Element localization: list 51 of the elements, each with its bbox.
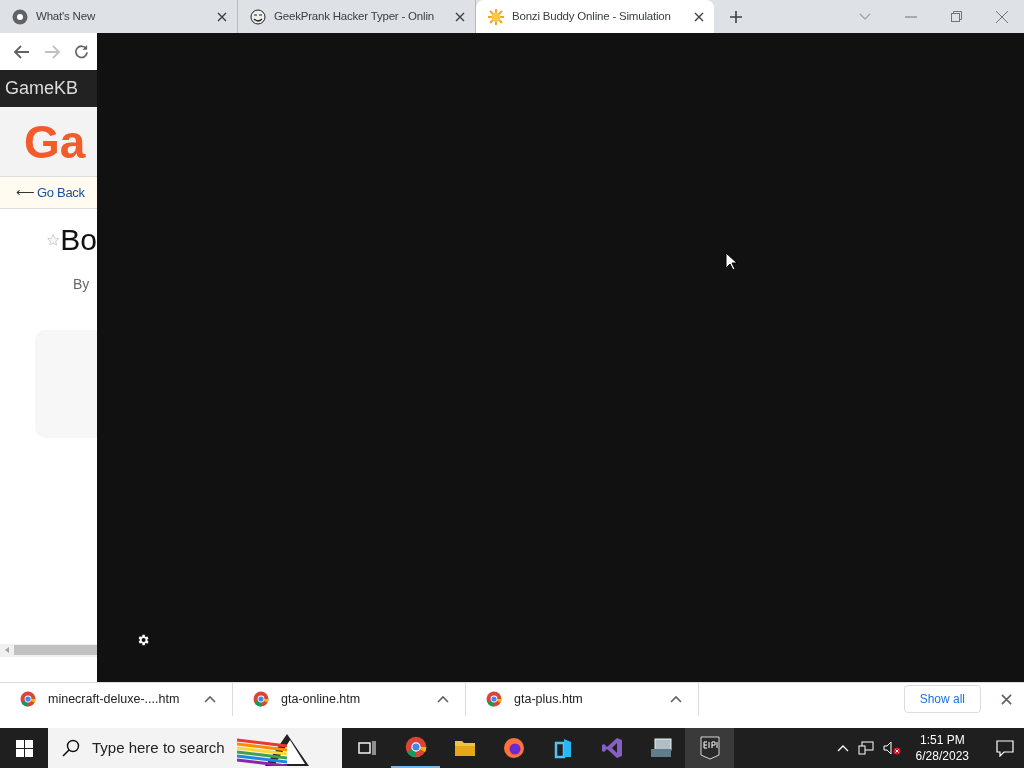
close-icon[interactable] — [1001, 694, 1012, 705]
author-byline: By — [73, 275, 91, 294]
windows-start-icon[interactable] — [15, 739, 33, 757]
arrow-text: ⟵ — [16, 183, 35, 202]
download-filename: gta-online.htm — [281, 691, 362, 709]
settings-icon[interactable] — [136, 632, 150, 647]
notification-icon[interactable] — [996, 739, 1014, 757]
search-placeholder: Type here to search — [92, 737, 225, 758]
site-name[interactable]: GameKB — [5, 75, 79, 102]
clock-time[interactable]: 1:51 PM — [919, 732, 965, 748]
face-icon — [250, 8, 266, 25]
chrome-logo-icon — [404, 736, 427, 758]
taskbar-app-button[interactable] — [685, 728, 734, 768]
epic-games-icon — [699, 736, 720, 760]
volume-muted-icon[interactable] — [882, 741, 901, 755]
mouse-pointer-icon — [725, 252, 737, 271]
visual-studio-icon — [600, 737, 623, 759]
reload-icon[interactable] — [74, 44, 89, 59]
chrome-logo-icon — [486, 691, 502, 708]
task-view-icon — [357, 740, 376, 756]
go-back-link[interactable]: Go Back — [37, 182, 85, 203]
tab-title: Bonzi Buddy Online - Simulation — [512, 8, 672, 24]
sun-icon — [488, 8, 504, 25]
search-icon — [62, 739, 80, 757]
download-filename: gta-plus.htm — [514, 691, 584, 709]
back-icon[interactable] — [14, 44, 30, 59]
close-tab-icon[interactable] — [217, 11, 227, 22]
tab-title: GeekPrank Hacker Typer - Onlin — [274, 8, 435, 24]
horizontal-scrollbar[interactable] — [0, 643, 97, 657]
close-tab-icon[interactable] — [694, 11, 704, 22]
computer-icon — [648, 737, 673, 759]
show-all-button[interactable]: Show all — [903, 685, 981, 714]
taskbar-search-field[interactable]: Type here to search — [48, 728, 342, 768]
folder-icon — [453, 739, 476, 757]
chevron-up-icon[interactable] — [670, 695, 682, 704]
close-icon[interactable] — [996, 10, 1008, 23]
chrome-logo-icon — [12, 8, 28, 25]
network-icon[interactable] — [857, 741, 874, 755]
tab-title: What's New — [36, 8, 97, 24]
clock-date[interactable]: 6/28/2023 — [915, 748, 969, 764]
chevron-up-icon[interactable] — [204, 695, 216, 704]
chrome-logo-icon — [20, 691, 36, 708]
download-filename: minecraft-deluxe-....htm — [48, 691, 181, 709]
restore-icon[interactable] — [951, 11, 962, 22]
browser-tab[interactable]: Bonzi Buddy Online - Simulation — [476, 0, 714, 33]
chevron-up-icon[interactable] — [437, 695, 449, 704]
chrome-logo-icon — [253, 691, 269, 708]
firefox-icon — [502, 737, 525, 759]
close-tab-icon[interactable] — [455, 11, 465, 22]
plus-icon — [729, 10, 743, 24]
page-title: Bo — [60, 225, 97, 255]
